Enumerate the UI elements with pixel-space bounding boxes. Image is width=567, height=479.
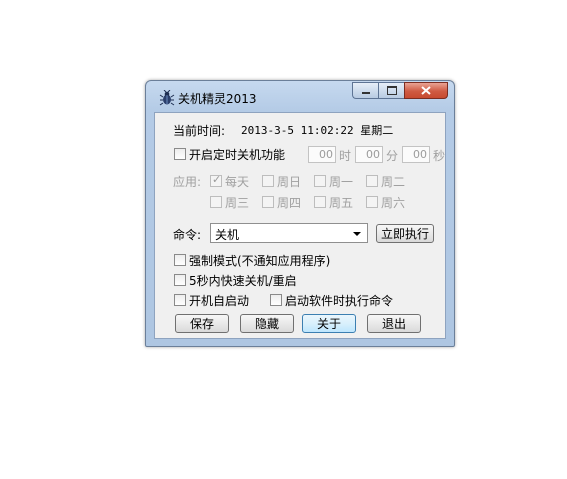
day-saturday-label: 周六: [381, 196, 406, 210]
caption-buttons: [352, 82, 448, 99]
day-sunday-label: 周日: [277, 175, 302, 189]
day-monday-checkbox[interactable]: [314, 175, 326, 187]
quick-shutdown-label: 5秒内快速关机/重启: [189, 274, 297, 288]
run-on-start-checkbox[interactable]: [270, 294, 282, 306]
hour-unit: 时: [339, 149, 352, 163]
day-monday-label: 周一: [329, 175, 354, 189]
exit-button[interactable]: 退出: [367, 314, 421, 333]
save-button[interactable]: 保存: [175, 314, 229, 333]
day-wednesday-label: 周三: [225, 196, 250, 210]
second-input[interactable]: 00: [402, 146, 430, 163]
day-saturday-checkbox[interactable]: [366, 196, 378, 208]
minute-unit: 分: [386, 149, 399, 163]
day-friday-checkbox[interactable]: [314, 196, 326, 208]
beetle-app-icon: [159, 89, 175, 106]
day-thursday-checkbox[interactable]: [262, 196, 274, 208]
checkmark-icon: ✓: [212, 173, 222, 186]
close-icon: [421, 86, 431, 95]
day-tuesday-checkbox[interactable]: [366, 175, 378, 187]
command-label: 命令:: [173, 228, 202, 242]
maximize-button[interactable]: [378, 82, 404, 99]
title-bar[interactable]: 关机精灵2013: [146, 81, 454, 111]
command-select[interactable]: 关机: [210, 223, 368, 243]
window-title: 关机精灵2013: [178, 92, 257, 106]
hide-button[interactable]: 隐藏: [240, 314, 294, 333]
minimize-button[interactable]: [352, 82, 378, 99]
main-window: 关机精灵2013 当前时间: 2013-3-5 11:02:22 星期二 开启定…: [145, 80, 455, 347]
quick-shutdown-checkbox[interactable]: [174, 274, 186, 286]
day-everyday-label: 每天: [225, 175, 250, 189]
client-area: 当前时间: 2013-3-5 11:02:22 星期二 开启定时关机功能 00 …: [154, 112, 446, 339]
maximize-icon: [386, 86, 397, 95]
current-time-label: 当前时间:: [173, 124, 226, 138]
day-everyday-checkbox[interactable]: ✓: [210, 173, 222, 187]
command-selected-value: 关机: [215, 228, 240, 242]
minute-input[interactable]: 00: [355, 146, 383, 163]
apply-label: 应用:: [173, 175, 202, 189]
current-time-value: 2013-3-5 11:02:22 星期二: [241, 124, 394, 137]
enable-timer-checkbox[interactable]: [174, 148, 186, 160]
autostart-checkbox[interactable]: [174, 294, 186, 306]
minimize-icon: [361, 92, 370, 94]
execute-now-button[interactable]: 立即执行: [376, 224, 434, 243]
dropdown-arrow-icon: [353, 232, 361, 236]
day-friday-label: 周五: [329, 196, 354, 210]
close-button[interactable]: [404, 82, 448, 99]
hour-input[interactable]: 00: [308, 146, 336, 163]
day-sunday-checkbox[interactable]: [262, 175, 274, 187]
about-button[interactable]: 关于: [302, 314, 356, 333]
day-wednesday-checkbox[interactable]: [210, 196, 222, 208]
day-thursday-label: 周四: [277, 196, 302, 210]
force-mode-checkbox[interactable]: [174, 254, 186, 266]
force-mode-label: 强制模式(不通知应用程序): [189, 254, 331, 268]
enable-timer-label: 开启定时关机功能: [189, 148, 286, 162]
day-tuesday-label: 周二: [381, 175, 406, 189]
second-unit: 秒: [433, 149, 446, 163]
autostart-label: 开机自启动: [189, 294, 250, 308]
run-on-start-label: 启动软件时执行命令: [285, 294, 394, 308]
